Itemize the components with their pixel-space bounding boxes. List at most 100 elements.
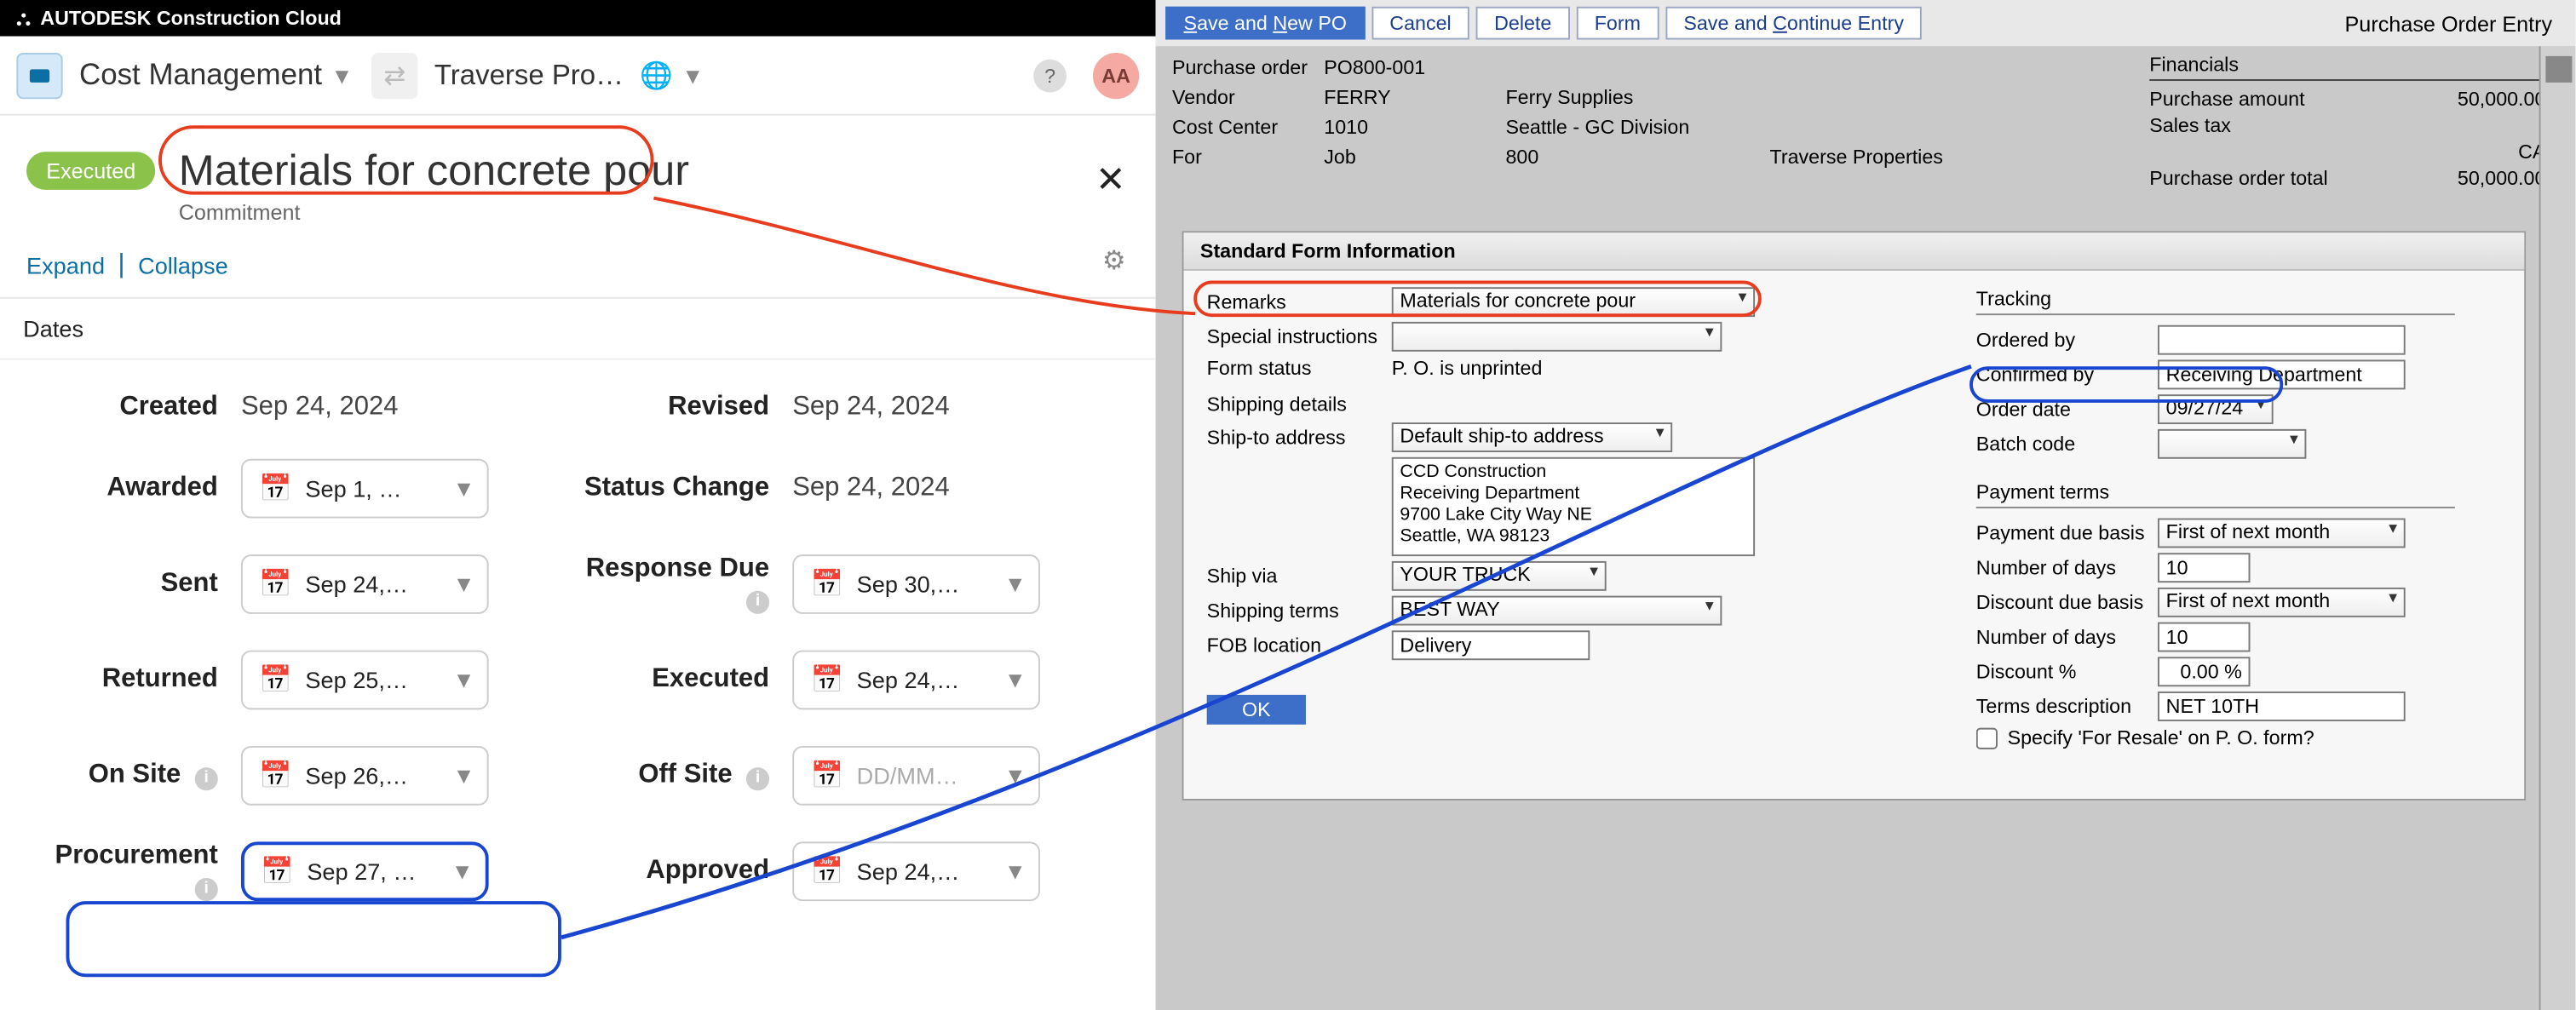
- section-header-dates[interactable]: Dates: [0, 299, 1156, 360]
- shipterms-select[interactable]: BEST WAY: [1392, 596, 1722, 626]
- globe-icon[interactable]: 🌐: [640, 59, 673, 92]
- orderedby-label: Ordered by: [1976, 329, 2158, 352]
- form-button[interactable]: Form: [1576, 7, 1659, 40]
- standard-form-header: Standard Form Information: [1184, 232, 2525, 271]
- onsite-date-button[interactable]: 📅Sep 26,…▾: [241, 746, 489, 806]
- revised-label: Revised: [578, 393, 792, 422]
- resale-checkbox[interactable]: [1976, 727, 1998, 749]
- returned-label: Returned: [26, 665, 241, 695]
- offsite-date-button[interactable]: 📅DD/MM…▾: [792, 746, 1040, 806]
- chevron-down-icon: ▾: [457, 663, 471, 697]
- info-icon[interactable]: i: [746, 766, 769, 789]
- fob-input[interactable]: [1392, 630, 1590, 660]
- calendar-icon: 📅: [811, 663, 844, 697]
- info-icon[interactable]: i: [746, 590, 769, 613]
- chevron-down-icon: ▾: [1009, 759, 1022, 792]
- annotation-oval-remarks: [1193, 280, 1762, 317]
- help-icon[interactable]: ?: [1033, 59, 1067, 92]
- vendor-name: Ferry Supplies: [1505, 86, 1769, 109]
- module-name[interactable]: Cost Management: [79, 58, 322, 93]
- collapse-link[interactable]: Collapse: [138, 253, 228, 279]
- paydays-input[interactable]: [2158, 553, 2251, 582]
- page-subtitle: Commitment: [179, 199, 689, 224]
- calendar-icon: 📅: [259, 759, 292, 792]
- special-label: Special instructions: [1207, 325, 1392, 348]
- delete-button[interactable]: Delete: [1476, 7, 1570, 40]
- discpct-label: Discount %: [1976, 660, 2158, 683]
- brand-text: AUTODESK Construction Cloud: [40, 7, 342, 30]
- chevron-down-icon: ▾: [457, 568, 471, 601]
- chevron-down-icon[interactable]: ▾: [336, 59, 349, 92]
- project-chevron-icon[interactable]: ▾: [687, 59, 700, 92]
- for-code: Job: [1324, 146, 1505, 169]
- orderedby-input[interactable]: [2158, 325, 2406, 355]
- status-badge: Executed: [26, 152, 156, 190]
- approved-date-button[interactable]: 📅Sep 24,…▾: [792, 841, 1040, 901]
- procurement-label: Procurement i: [26, 841, 241, 901]
- swap-icon[interactable]: ⇄: [371, 52, 417, 98]
- shipto-select[interactable]: Default ship-to address: [1392, 422, 1672, 452]
- paybasis-label: Payment due basis: [1976, 521, 2158, 544]
- offsite-label: Off Site i: [578, 760, 792, 790]
- shipvia-label: Ship via: [1207, 565, 1392, 588]
- batch-select[interactable]: [2158, 429, 2306, 459]
- termsdesc-input[interactable]: [2158, 692, 2406, 721]
- info-icon[interactable]: i: [195, 766, 218, 789]
- discpct-input[interactable]: [2158, 657, 2251, 686]
- termsdesc-label: Terms description: [1976, 695, 2158, 718]
- for-val: 800: [1505, 146, 1769, 169]
- gear-icon[interactable]: ⚙: [1102, 244, 1126, 278]
- onsite-label: On Site i: [26, 760, 241, 790]
- expand-panel-icon[interactable]: [2544, 56, 2571, 83]
- project-name[interactable]: Traverse Pro…: [434, 59, 624, 92]
- window-title: Purchase Order Entry: [2345, 11, 2566, 36]
- shipto-address[interactable]: CCD Construction Receiving Department 97…: [1392, 457, 1755, 556]
- awarded-date-button[interactable]: 📅Sep 1, …▾: [241, 459, 489, 519]
- returned-date-button[interactable]: 📅Sep 25,…▾: [241, 651, 489, 710]
- info-icon[interactable]: i: [195, 877, 218, 900]
- discbasis-label: Discount due basis: [1976, 591, 2158, 614]
- expand-collapse-bar: Expand | Collapse ⚙: [0, 241, 1156, 299]
- financials-panel: Financials Purchase amount50,000.00 Sale…: [2149, 53, 2545, 193]
- standard-form-panel: Standard Form Information Remarks Materi…: [1182, 231, 2527, 801]
- executed-date-button[interactable]: 📅Sep 24,…▾: [792, 651, 1040, 710]
- special-select[interactable]: [1392, 322, 1722, 352]
- annotation-oval-orderdate: [1969, 366, 2283, 403]
- approved-label: Approved: [578, 857, 792, 887]
- expand-link[interactable]: Expand: [26, 253, 105, 279]
- resale-label: Specify 'For Resale' on P. O. form?: [2008, 726, 2314, 749]
- calendar-icon: 📅: [811, 855, 844, 888]
- calendar-icon: 📅: [259, 472, 292, 505]
- save-continue-button[interactable]: Save and Continue Entry: [1665, 7, 1922, 40]
- procurement-date-button[interactable]: 📅Sep 27, …▾: [241, 841, 489, 901]
- vendor-code: FERRY: [1324, 86, 1505, 109]
- formstatus-value: P. O. is unprinted: [1392, 357, 1543, 380]
- for-label: For: [1172, 146, 1324, 169]
- calendar-icon: 📅: [259, 568, 292, 601]
- po-total-value: 50,000.00: [2458, 167, 2545, 190]
- right-rail: [2539, 46, 2576, 1010]
- avatar[interactable]: AA: [1093, 52, 1139, 98]
- acc-topbar: ⛬ AUTODESK Construction Cloud: [0, 0, 1156, 37]
- chevron-down-icon: ▾: [457, 472, 471, 505]
- response-due-date-button[interactable]: 📅Sep 30,…▾: [792, 554, 1040, 614]
- ok-button[interactable]: OK: [1207, 695, 1306, 725]
- created-label: Created: [26, 393, 241, 422]
- shipterms-label: Shipping terms: [1207, 599, 1392, 622]
- paybasis-select[interactable]: First of next month: [2158, 519, 2406, 548]
- vendor-label: Vendor: [1172, 86, 1324, 109]
- save-new-po-button[interactable]: Save and New PO: [1165, 7, 1365, 40]
- sent-date-button[interactable]: 📅Sep 24,…▾: [241, 554, 489, 614]
- shipvia-select[interactable]: YOUR TRUCK: [1392, 561, 1607, 591]
- fob-label: FOB location: [1207, 634, 1392, 657]
- discbasis-select[interactable]: First of next month: [2158, 588, 2406, 617]
- po-total-label: Purchase order total: [2149, 167, 2327, 190]
- discdays-input[interactable]: [2158, 623, 2251, 652]
- close-icon[interactable]: ✕: [1095, 158, 1126, 201]
- module-icon[interactable]: [16, 52, 62, 98]
- chevron-down-icon: ▾: [457, 759, 471, 792]
- chevron-down-icon: ▾: [1009, 855, 1022, 888]
- acc-app: ⛬ AUTODESK Construction Cloud Cost Manag…: [0, 0, 1156, 1010]
- tracking-header: Tracking: [1976, 287, 2455, 310]
- cancel-button[interactable]: Cancel: [1371, 7, 1469, 40]
